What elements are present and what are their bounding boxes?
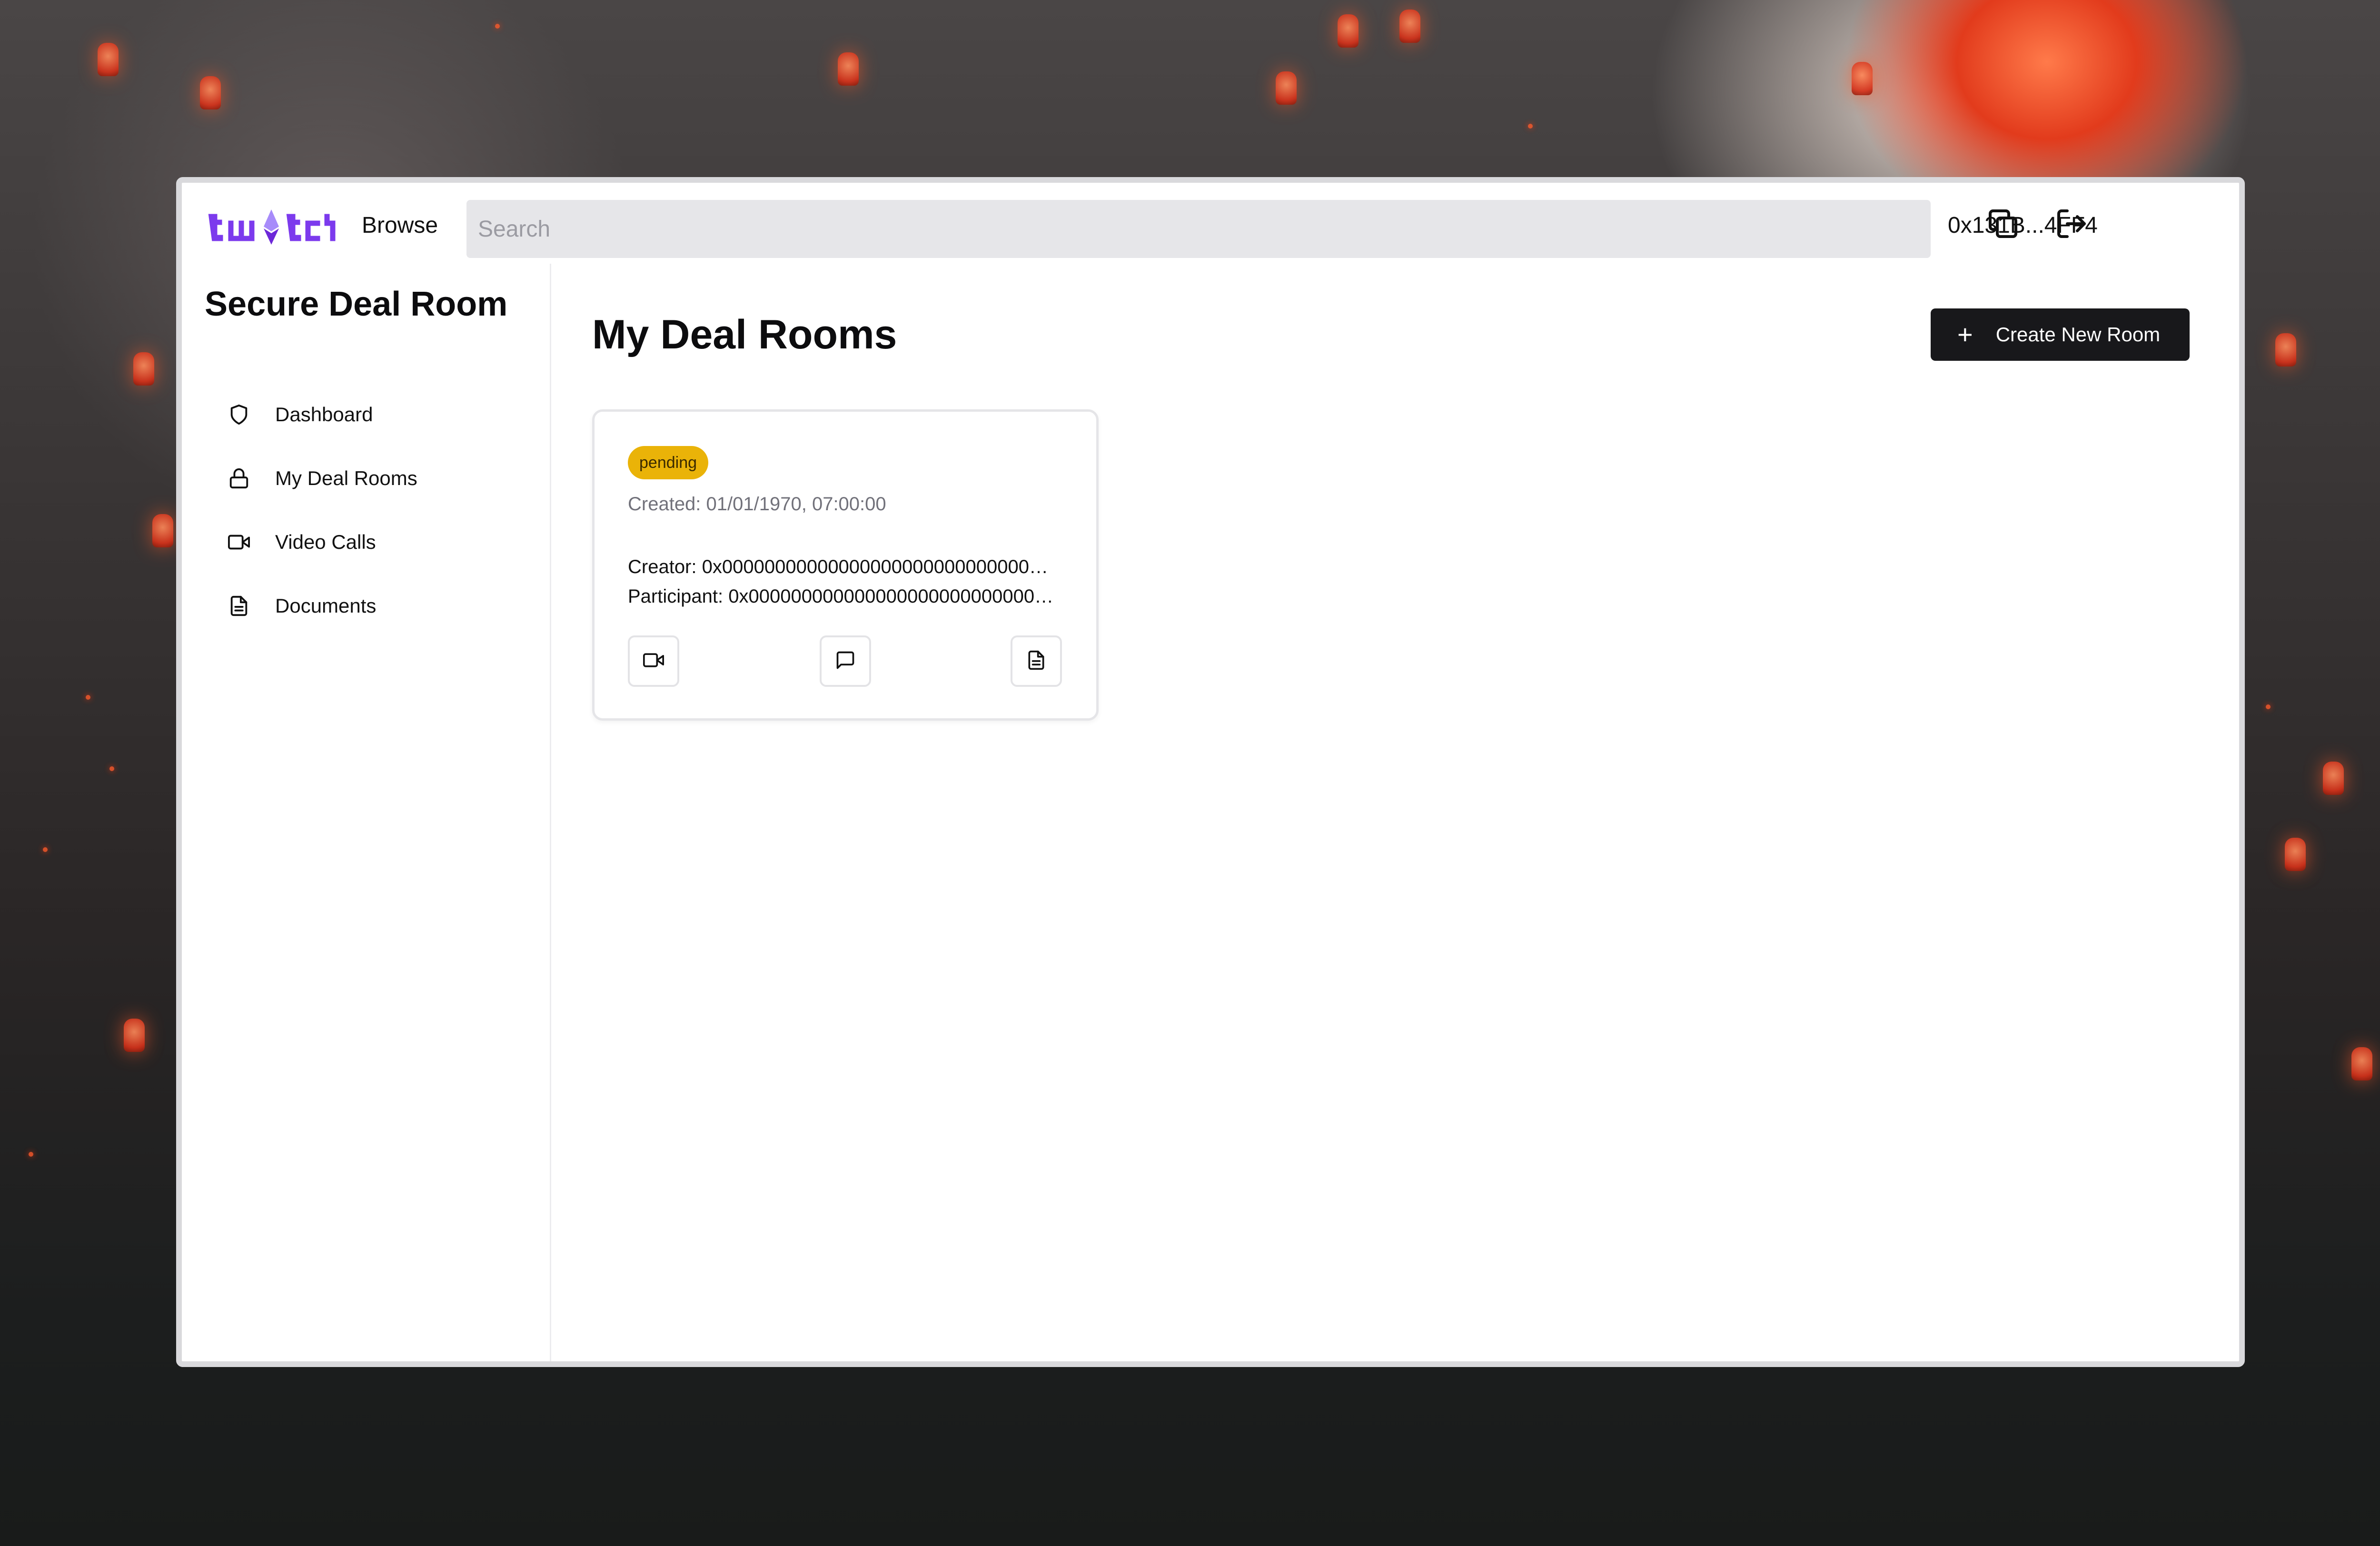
sidebar-item-video-calls[interactable]: Video Calls — [220, 510, 525, 574]
lantern-decoration — [2323, 762, 2344, 795]
participant-address: Participant: 0x0000000000000000000000000… — [628, 586, 1056, 607]
browse-link[interactable]: Browse — [362, 212, 438, 238]
shield-icon — [228, 403, 250, 426]
copy-icon — [1986, 207, 2020, 243]
lantern-decoration — [124, 1019, 145, 1052]
sidebar: Secure Deal Room Dashboard My Deal Rooms… — [182, 264, 551, 1361]
lantern-decoration — [200, 76, 221, 109]
creator-address: Creator: 0x00000000000000000000000000000… — [628, 556, 1056, 577]
ember-decoration — [43, 847, 48, 852]
lantern-decoration — [1276, 71, 1297, 105]
lantern-decoration — [1399, 10, 1420, 43]
ember-decoration — [495, 24, 500, 29]
deal-room-card[interactable]: pending Created: 01/01/1970, 07:00:00 Cr… — [592, 409, 1099, 721]
lantern-decoration — [2285, 838, 2306, 871]
copy-address-button[interactable] — [1983, 205, 2023, 245]
twitch-logo[interactable] — [205, 207, 339, 247]
chat-icon — [835, 650, 856, 673]
create-new-room-button[interactable]: + Create New Room — [1931, 308, 2190, 361]
document-icon — [1026, 650, 1047, 673]
sidebar-item-label: My Deal Rooms — [275, 467, 417, 489]
plus-icon: + — [1957, 319, 1973, 349]
lock-icon — [228, 467, 250, 490]
page-title: My Deal Rooms — [592, 312, 897, 357]
search-input[interactable] — [466, 200, 1931, 258]
ember-decoration — [86, 695, 90, 700]
ember-decoration — [109, 766, 114, 771]
create-new-room-label: Create New Room — [1995, 323, 2161, 346]
sidebar-item-my-deal-rooms[interactable]: My Deal Rooms — [220, 446, 525, 510]
chat-button[interactable] — [820, 635, 871, 687]
logout-icon — [2054, 207, 2089, 243]
video-icon — [643, 650, 664, 673]
lantern-decoration — [2275, 333, 2296, 367]
documents-button[interactable] — [1011, 635, 1062, 687]
created-timestamp: Created: 01/01/1970, 07:00:00 — [628, 494, 886, 515]
top-navigation-bar: Browse 0x131B...4FF4 — [182, 183, 2239, 264]
ember-decoration — [29, 1152, 33, 1157]
sidebar-title: Secure Deal Room — [205, 285, 508, 323]
sidebar-item-label: Dashboard — [275, 403, 373, 426]
lantern-decoration — [838, 52, 859, 86]
sidebar-item-dashboard[interactable]: Dashboard — [220, 383, 525, 446]
logout-button[interactable] — [2052, 205, 2092, 245]
lantern-decoration — [133, 352, 154, 386]
app-window: Browse 0x131B...4FF4 Secure Deal Room — [176, 177, 2245, 1367]
sidebar-item-documents[interactable]: Documents — [220, 574, 525, 638]
video-icon — [228, 531, 250, 554]
lantern-decoration — [1338, 14, 1359, 48]
sidebar-item-label: Video Calls — [275, 531, 376, 553]
lantern-decoration — [2351, 1047, 2372, 1080]
video-call-button[interactable] — [628, 635, 679, 687]
lantern-decoration — [1852, 62, 1873, 95]
ember-decoration — [1528, 124, 1533, 129]
status-badge: pending — [628, 446, 709, 479]
lantern-decoration — [98, 43, 119, 76]
sidebar-nav: Dashboard My Deal Rooms Video Calls Docu… — [220, 383, 525, 638]
document-icon — [228, 595, 250, 617]
lantern-decoration — [152, 514, 173, 547]
ember-decoration — [2266, 704, 2271, 709]
main-content: My Deal Rooms + Create New Room pending … — [551, 264, 2239, 1361]
sidebar-item-label: Documents — [275, 595, 377, 617]
